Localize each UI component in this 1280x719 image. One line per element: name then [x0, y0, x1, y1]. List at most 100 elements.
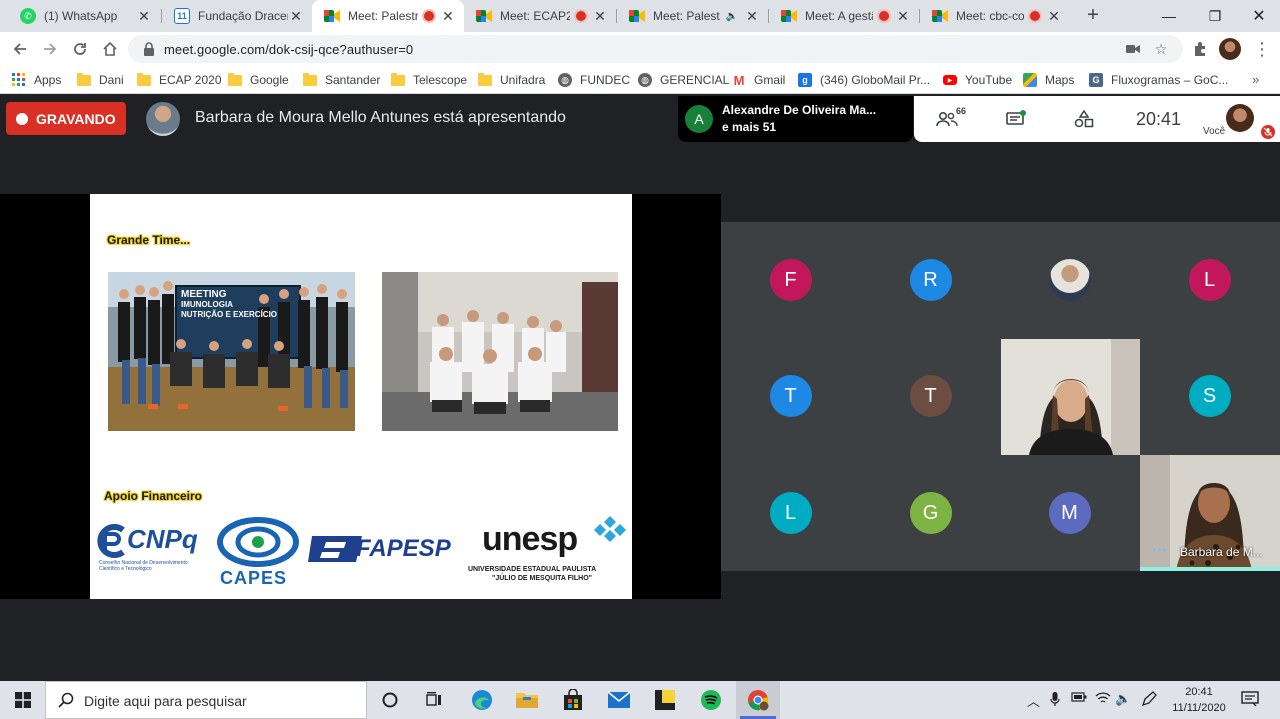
bookmark-unifadra[interactable]: Unifadra — [478, 71, 545, 89]
bookmark-santander[interactable]: Santander — [303, 71, 380, 89]
bookmark-apps[interactable]: Apps — [12, 71, 61, 89]
slide-heading-team: Grande Time... — [107, 233, 191, 247]
participant-avatar: L — [1188, 259, 1231, 301]
microphone-tray-icon[interactable] — [1050, 691, 1060, 710]
new-tab-button[interactable]: + — [1082, 5, 1104, 27]
folder-icon — [516, 693, 538, 708]
search-placeholder: Digite aqui para pesquisar — [84, 693, 247, 709]
screen: ✆ (1) WhatsApp ✕ 11 Fundação Dracena ✕ M… — [0, 0, 1280, 719]
home-button[interactable] — [98, 37, 122, 61]
minimize-button[interactable]: — — [1146, 0, 1192, 32]
taskbar-edge[interactable] — [460, 681, 504, 719]
back-button[interactable] — [8, 37, 32, 61]
camera-icon[interactable] — [1124, 40, 1142, 58]
task-view-button[interactable] — [412, 681, 456, 719]
sticky-notes-icon — [655, 690, 675, 710]
participant-tile[interactable]: M — [1000, 455, 1139, 571]
bookmark-star-icon[interactable]: ☆ — [1152, 40, 1170, 58]
tab-meet-palestra-active[interactable]: Meet: Palestra ✕ — [312, 0, 464, 32]
participant-tile[interactable]: T — [721, 338, 860, 454]
start-button[interactable] — [0, 681, 45, 719]
taskbar-sticky-notes[interactable] — [643, 681, 687, 719]
close-icon[interactable]: ✕ — [136, 8, 152, 25]
close-icon[interactable]: ✕ — [288, 8, 304, 25]
team-photo-outdoor: MEETING IMUNOLOGIA NUTRIÇÃO E EXERCÍCIO — [108, 272, 355, 431]
pen-workspace-icon[interactable] — [1141, 691, 1157, 710]
active-speaker-tile[interactable]: ••• Barbara de M... — [1140, 455, 1280, 571]
close-icon[interactable]: ✕ — [1046, 8, 1062, 25]
capes-mark-icon — [217, 511, 299, 567]
windows-logo-icon — [14, 692, 31, 708]
tab-title: Fundação Dracena — [198, 9, 288, 23]
cnpq-name: CNPq — [127, 524, 198, 554]
profile-avatar[interactable] — [1219, 38, 1241, 60]
presentation-stage[interactable]: Grande Time... MEETING IMUNOLOGIA NUTRIÇ… — [0, 194, 721, 599]
cnpq-subtitle: Científico e Tecnológico — [99, 566, 152, 572]
participant-tile[interactable]: R — [861, 222, 1000, 338]
more-menu-icon[interactable]: ⋮ — [1250, 37, 1274, 61]
reload-button[interactable] — [68, 37, 92, 61]
participant-tile[interactable]: S — [1140, 338, 1279, 454]
participant-tile[interactable] — [1000, 222, 1139, 338]
bookmark-google[interactable]: Google — [228, 71, 289, 89]
participant-tile[interactable]: G — [861, 455, 1000, 571]
tab-meet-gestao[interactable]: Meet: A gestão ✕ — [769, 0, 919, 32]
volume-icon[interactable]: 🔈 — [1115, 691, 1131, 707]
lock-icon[interactable] — [142, 41, 158, 57]
more-bookmarks-icon[interactable]: » — [1252, 72, 1259, 87]
taskbar-chrome[interactable] — [736, 681, 780, 719]
tab-fundacao[interactable]: 11 Fundação Dracena ✕ — [162, 0, 312, 32]
taskbar-file-explorer[interactable] — [505, 681, 549, 719]
wifi-icon[interactable] — [1095, 691, 1111, 708]
bookmark-dani[interactable]: Dani — [77, 71, 124, 89]
participant-avatar: T — [909, 375, 952, 417]
taskbar-search[interactable]: Digite aqui para pesquisar — [45, 681, 367, 719]
tab-meet-cbc[interactable]: Meet: cbc-con ✕ — [920, 0, 1070, 32]
close-icon[interactable]: ✕ — [895, 8, 911, 25]
gmail-icon: M — [733, 72, 745, 88]
extensions-icon[interactable] — [1188, 37, 1212, 61]
speaker-icon[interactable]: 🔈 — [726, 11, 738, 22]
self-avatar[interactable] — [1226, 104, 1254, 132]
meet-icon — [781, 8, 797, 24]
folder-icon — [228, 72, 242, 86]
bookmark-gmail[interactable]: M Gmail — [732, 71, 786, 89]
bookmark-fundec[interactable]: ◍ FUNDEC — [558, 71, 630, 89]
tab-meet-ecap[interactable]: Meet: ECAP20 ✕ — [464, 0, 616, 32]
close-icon[interactable]: ✕ — [744, 8, 760, 25]
participant-tile[interactable]: L — [1140, 222, 1279, 338]
address-bar[interactable]: meet.google.com/dok-csij-qce?authuser=0 … — [128, 35, 1183, 63]
participant-video-tile[interactable] — [1001, 339, 1140, 455]
maximize-button[interactable]: ❐ — [1192, 0, 1238, 32]
cortana-button[interactable] — [368, 681, 412, 719]
bookmark-youtube[interactable]: ▶ YouTube — [943, 71, 1012, 89]
taskbar-clock[interactable]: 20:41 11/11/2020 — [1165, 684, 1233, 716]
meet-icon — [932, 8, 948, 24]
bookmark-maps[interactable]: Maps — [1023, 71, 1074, 89]
bookmark-fluxogramas[interactable]: G Fluxogramas – GoC... — [1089, 71, 1228, 89]
bookmark-globomail[interactable]: g (346) GloboMail Pr... — [798, 71, 930, 89]
taskbar-store[interactable] — [551, 681, 595, 719]
close-icon[interactable]: ✕ — [440, 8, 456, 25]
tab-meet-palestra-2[interactable]: Meet: Palestra 🔈 ✕ — [617, 0, 768, 32]
bookmark-ecap[interactable]: ECAP 2020 — [137, 71, 222, 89]
show-hidden-icons[interactable]: ︿ — [1027, 691, 1040, 710]
chat-button[interactable] — [1003, 107, 1029, 131]
close-window-button[interactable]: ✕ — [1236, 0, 1280, 32]
activities-button[interactable] — [1071, 107, 1097, 131]
bookmark-telescope[interactable]: Telescope — [391, 71, 467, 89]
battery-icon[interactable] — [1071, 691, 1087, 706]
forward-button[interactable] — [38, 37, 62, 61]
participant-tile[interactable]: L — [721, 455, 860, 571]
notifications-icon[interactable] — [1241, 691, 1259, 710]
participant-tile[interactable]: F — [721, 222, 860, 338]
join-notification: A Alexandre De Oliveira Ma... e mais 51 — [678, 96, 913, 142]
folder-icon — [478, 72, 492, 86]
banner-line: NUTRIÇÃO E EXERCÍCIO — [181, 310, 278, 319]
tab-whatsapp[interactable]: ✆ (1) WhatsApp ✕ — [8, 0, 160, 32]
participant-tile[interactable]: T — [861, 338, 1000, 454]
taskbar-mail[interactable] — [597, 681, 641, 719]
taskbar-spotify[interactable] — [689, 681, 733, 719]
close-icon[interactable]: ✕ — [592, 8, 608, 25]
bookmark-gerencial[interactable]: ◍ GERENCIAL — [638, 71, 729, 89]
